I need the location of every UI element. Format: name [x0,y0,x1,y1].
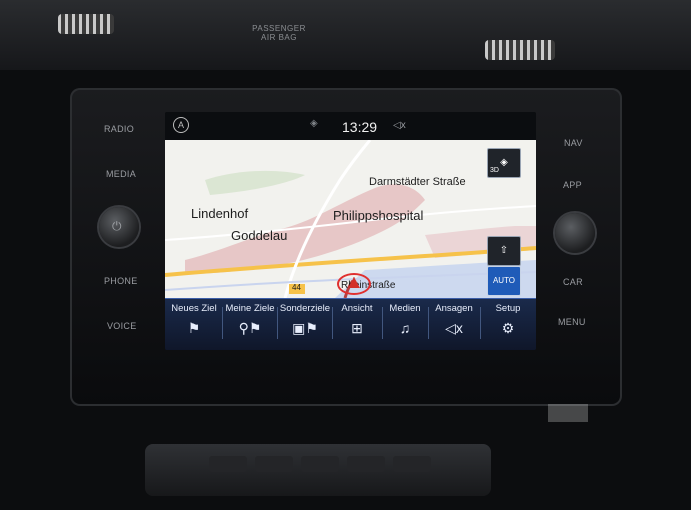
clock: 13:29 [342,119,378,135]
map-label-lindenhof: Lindenhof [191,206,249,221]
status-bar: A ◈ 13:29 ◁x [165,112,536,140]
navigation-status-icon: A [173,117,189,133]
volume-power-knob[interactable]: ⏻ [99,207,139,247]
phone-button[interactable]: PHONE [104,276,138,286]
climate-button[interactable] [347,456,385,472]
car-button[interactable]: CAR [563,277,583,287]
gear-icon: ⚙ [501,320,515,336]
announcement-mute-icon: ◁x [393,120,406,131]
climate-control-panel [145,444,491,496]
road-number-label: 44 [292,283,301,292]
map-label-goddelau: Goddelau [231,228,288,243]
menu-button[interactable]: MENU [558,317,586,327]
app-button[interactable]: APP [563,180,582,190]
voice-button[interactable]: VOICE [107,321,137,331]
route-guidance-button[interactable]: ⇧ [487,236,521,266]
auto-zoom-label: AUTO [492,276,516,285]
connectivity-icon: ◈ [310,118,318,129]
poi-flag-icon: ▣⚑ [292,320,318,336]
menu-item-setup[interactable]: Setup ⚙ [481,303,535,347]
passenger-airbag-label: PASSENGER AIR BAG [252,24,306,42]
person-flag-icon: ⚲⚑ [238,320,262,336]
radio-button[interactable]: RADIO [104,124,134,134]
current-position-marker [337,273,371,295]
rocket-icon: ⇧ [499,245,509,256]
menu-item-ansicht[interactable]: Ansicht ⊞ [333,303,381,347]
map-urban-area [185,184,425,274]
vehicle-arrow-icon [348,277,360,288]
menu-item-sonderziele[interactable]: Sonderziele ▣⚑ [278,303,332,347]
navigation-menu-bar: Neues Ziel ⚑ Meine Ziele ⚲⚑ Sonderziele … [165,298,536,350]
power-icon: ⏻ [112,219,122,233]
auto-zoom-button[interactable]: AUTO [487,266,521,296]
menu-item-neues-ziel[interactable]: Neues Ziel ⚑ [167,303,221,347]
climate-button[interactable] [209,456,247,472]
climate-button[interactable] [255,456,293,472]
flag-icon: ⚑ [187,320,201,336]
music-note-icon: ♫ [399,320,411,336]
navigation-map[interactable]: Darmstädter Straße Lindenhof Goddelau Ph… [165,140,536,298]
speaker-icon: ◁x [445,320,463,336]
air-vent-left [58,14,114,34]
dashboard-top: PASSENGER AIR BAG [0,0,691,70]
air-vent-right [485,40,555,60]
climate-button[interactable] [393,456,431,472]
map-label-philippshospital: Philippshospital [333,208,424,223]
media-button[interactable]: MEDIA [106,169,136,179]
nav-button[interactable]: NAV [564,138,583,148]
tuning-knob[interactable] [555,213,595,253]
menu-item-meine-ziele[interactable]: Meine Ziele ⚲⚑ [223,303,277,347]
menu-item-medien[interactable]: Medien ♫ [383,303,427,347]
compass-3d-label: 3D [490,167,499,174]
trim-reflection [548,404,588,422]
map-view-icon: ⊞ [351,320,363,336]
compass-icon: ◈ [500,157,508,168]
climate-button[interactable] [301,456,339,472]
compass-3d-button[interactable]: ◈ 3D [487,148,521,178]
touchscreen: A ◈ 13:29 ◁x Darmstädter Straße Lindenho… [165,112,536,350]
menu-item-ansagen[interactable]: Ansagen ◁x [429,303,479,347]
map-forest [205,170,305,195]
map-label-darmstaedter-strasse: Darmstädter Straße [369,176,466,188]
